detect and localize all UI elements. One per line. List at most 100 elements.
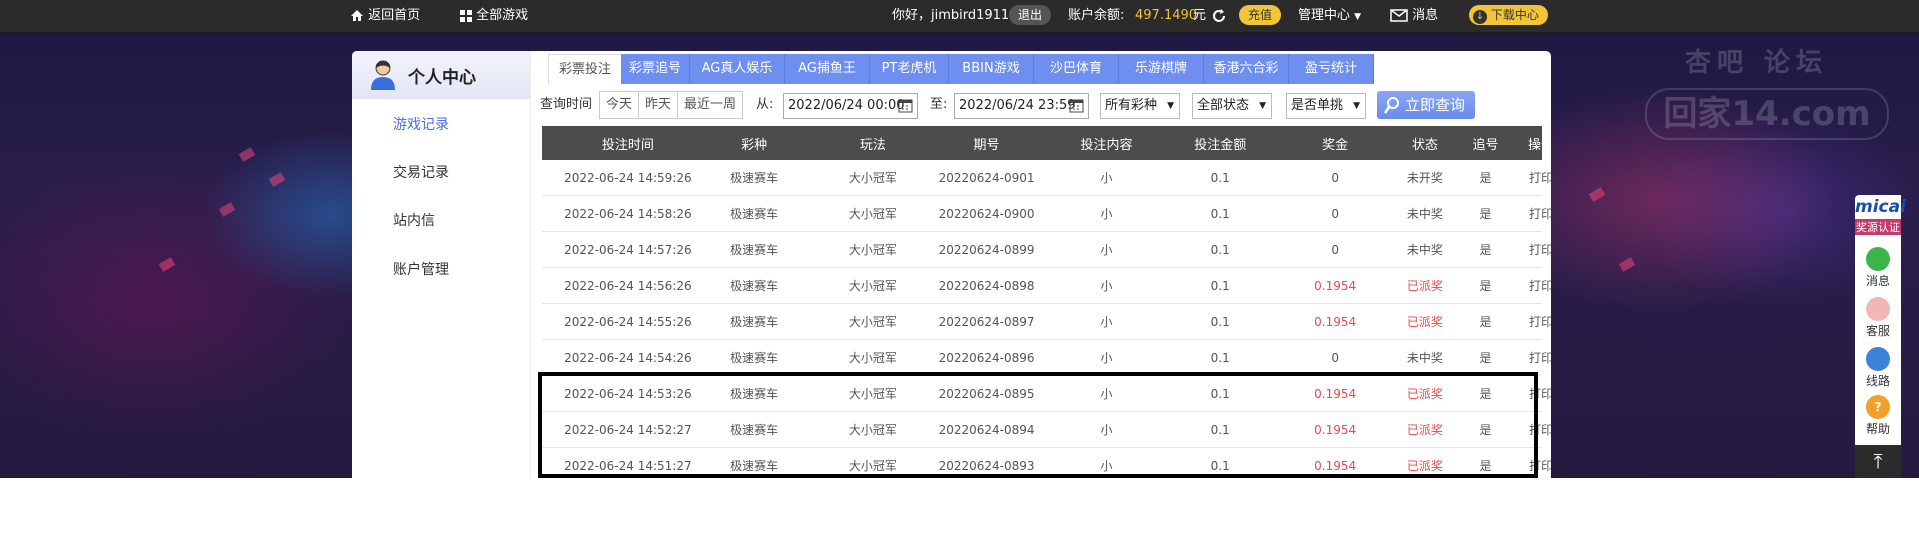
route-icon	[1866, 347, 1890, 371]
lottery-type-value: 所有彩种	[1105, 98, 1158, 113]
cell-chase: 是	[1479, 387, 1492, 401]
tab-lottery-chase[interactable]: 彩票追号	[621, 54, 690, 84]
from-label: 从:	[756, 97, 774, 112]
cell-action[interactable]: 打印	[1521, 268, 1551, 303]
cell-action[interactable]: 打印	[1521, 340, 1551, 375]
logout-button[interactable]: 退出	[1009, 5, 1052, 25]
cell-prize: 0	[1331, 206, 1339, 221]
cell-bet-amount: 0.1	[1210, 314, 1230, 329]
status-select[interactable]: 全部状态 ▼	[1192, 93, 1272, 119]
cell-draw-number: 20220624-0900	[938, 206, 1035, 221]
cell-prize: 0.1954	[1314, 386, 1357, 401]
recharge-button[interactable]: 充值	[1239, 5, 1282, 25]
tab-lottery-bets[interactable]: 彩票投注	[548, 54, 622, 85]
lottery-type-select[interactable]: 所有彩种 ▼	[1100, 93, 1180, 119]
tab-pt-slots[interactable]: PT老虎机	[870, 54, 949, 84]
cell-status: 已派奖	[1406, 459, 1443, 473]
range-yesterday-button[interactable]: 昨天	[639, 92, 679, 118]
cell-lottery-type: 极速赛车	[730, 387, 779, 401]
cell-lottery-type: 极速赛车	[730, 459, 779, 473]
tab-ag-fishing[interactable]: AG捕鱼王	[785, 54, 870, 84]
manage-center-menu[interactable]: 管理中心 ▼	[1298, 0, 1361, 32]
user-avatar-icon	[369, 59, 397, 95]
cell-play-type: 大小冠军	[848, 243, 897, 257]
tab-leyou-chess[interactable]: 乐游棋牌	[1119, 54, 1204, 84]
cell-draw-number: 20220624-0894	[938, 422, 1035, 437]
cell-action[interactable]: 打印	[1521, 160, 1551, 195]
cell-prize: 0.1954	[1314, 422, 1357, 437]
top-bar: 返回首页 全部游戏 你好，jimbird1911 退出 账户余额: 497.14…	[0, 0, 1919, 33]
rightbar-routes[interactable]: 线路	[1855, 347, 1901, 389]
cell-bet-content: 小	[1100, 171, 1113, 185]
cell-chase: 是	[1479, 315, 1492, 329]
calendar-icon	[1069, 98, 1084, 122]
range-today-button[interactable]: 今天	[600, 92, 640, 118]
tab-profit-stats[interactable]: 盈亏统计	[1289, 54, 1374, 84]
cell-play-type: 大小冠军	[848, 171, 897, 185]
single-bet-select[interactable]: 是否单挑 ▼	[1286, 93, 1366, 119]
cell-prize: 0	[1331, 242, 1339, 257]
cell-lottery-type: 极速赛车	[730, 279, 779, 293]
cell-action[interactable]: 打印	[1521, 448, 1551, 478]
cell-action[interactable]: 打印	[1521, 376, 1551, 411]
rightbar-help[interactable]: ? 帮助	[1855, 395, 1901, 437]
balance-label: 账户余额:	[1068, 8, 1125, 23]
cell-play-type: 大小冠军	[848, 279, 897, 293]
status-value: 全部状态	[1197, 98, 1250, 113]
cell-bet-amount: 0.1	[1210, 386, 1230, 401]
sidebar-item-transactions[interactable]: 交易记录	[393, 162, 449, 182]
sidebar-item-account[interactable]: 账户管理	[393, 259, 449, 279]
header-status: 状态	[1411, 137, 1438, 153]
cell-play-type: 大小冠军	[848, 387, 897, 401]
cell-lottery-type: 极速赛车	[730, 171, 779, 185]
download-center-button[interactable]: ↓ 下载中心	[1469, 5, 1548, 25]
decor-spark	[1588, 187, 1606, 202]
query-filters: 查询时间 今天 昨天 最近一周 从: 2022/06/24 00:00 至: 202…	[352, 91, 1551, 121]
cell-action[interactable]: 打印	[1521, 196, 1551, 231]
from-date-input[interactable]: 2022/06/24 00:00	[783, 93, 918, 119]
to-date-input[interactable]: 2022/06/24 23:59	[954, 93, 1089, 119]
tab-ag-live[interactable]: AG真人娱乐	[690, 54, 785, 84]
cell-bet-time: 2022-06-24 14:57:26	[564, 242, 692, 257]
cell-play-type: 大小冠军	[848, 459, 897, 473]
cell-action[interactable]: 打印	[1521, 232, 1551, 267]
cell-chase: 是	[1479, 279, 1492, 293]
header-lottery-type: 彩种	[741, 137, 768, 153]
cell-action[interactable]: 打印	[1521, 304, 1551, 339]
cell-status: 未中奖	[1406, 207, 1443, 221]
query-button[interactable]: 立即查询	[1377, 91, 1475, 119]
range-last-week-button[interactable]: 最近一周	[678, 92, 742, 118]
messages-link[interactable]: 消息	[1390, 0, 1438, 32]
rightbar-support[interactable]: 客服	[1855, 297, 1901, 339]
home-link[interactable]: 返回首页	[350, 0, 420, 32]
decor-spark	[238, 147, 256, 162]
watermark-top-text: 杏吧 论坛	[1685, 48, 1829, 78]
table-row: 2022-06-24 14:58:26 极速赛车 大小冠军 20220624-0900…	[542, 196, 1551, 232]
sidebar-item-inbox[interactable]: 站内信	[393, 210, 435, 230]
cell-action[interactable]: 打印	[1521, 412, 1551, 447]
cell-status: 未中奖	[1406, 243, 1443, 257]
rightbar-messages[interactable]: 消息	[1855, 247, 1901, 289]
help-icon: ?	[1866, 395, 1890, 419]
rightbar-messages-label: 消息	[1865, 274, 1890, 288]
cell-bet-time: 2022-06-24 14:52:27	[564, 422, 692, 437]
balance-value: 497.1490	[1135, 8, 1198, 23]
chevron-down-icon: ▼	[1259, 101, 1266, 111]
manage-center-label: 管理中心	[1298, 8, 1351, 23]
personal-center-panel: 个人中心 游戏记录 交易记录 站内信 账户管理 彩票投注 彩票追号 AG真人娱乐…	[352, 51, 1551, 478]
all-games-link[interactable]: 全部游戏	[460, 0, 528, 32]
cell-draw-number: 20220624-0896	[938, 350, 1035, 365]
back-to-top-icon[interactable]: ⤒	[1855, 445, 1901, 478]
cell-bet-time: 2022-06-24 14:51:27	[564, 458, 692, 473]
tab-saba-sports[interactable]: 沙巴体育	[1034, 54, 1119, 84]
tab-hk-marksix[interactable]: 香港六合彩	[1204, 54, 1289, 84]
refresh-icon[interactable]	[1212, 0, 1226, 32]
tab-bbin[interactable]: BBIN游戏	[949, 54, 1034, 84]
cell-lottery-type: 极速赛车	[730, 207, 779, 221]
cell-prize: 0.1954	[1314, 314, 1357, 329]
table-body: 2022-06-24 14:59:26 极速赛车 大小冠军 20220624-0901…	[542, 160, 1551, 478]
rightbar-help-label: 帮助	[1865, 422, 1890, 436]
header-bet-amount: 投注金额	[1194, 137, 1247, 153]
micai-logo[interactable]: micai 奖源认证	[1855, 195, 1906, 235]
header-bet-content: 投注内容	[1080, 137, 1133, 153]
